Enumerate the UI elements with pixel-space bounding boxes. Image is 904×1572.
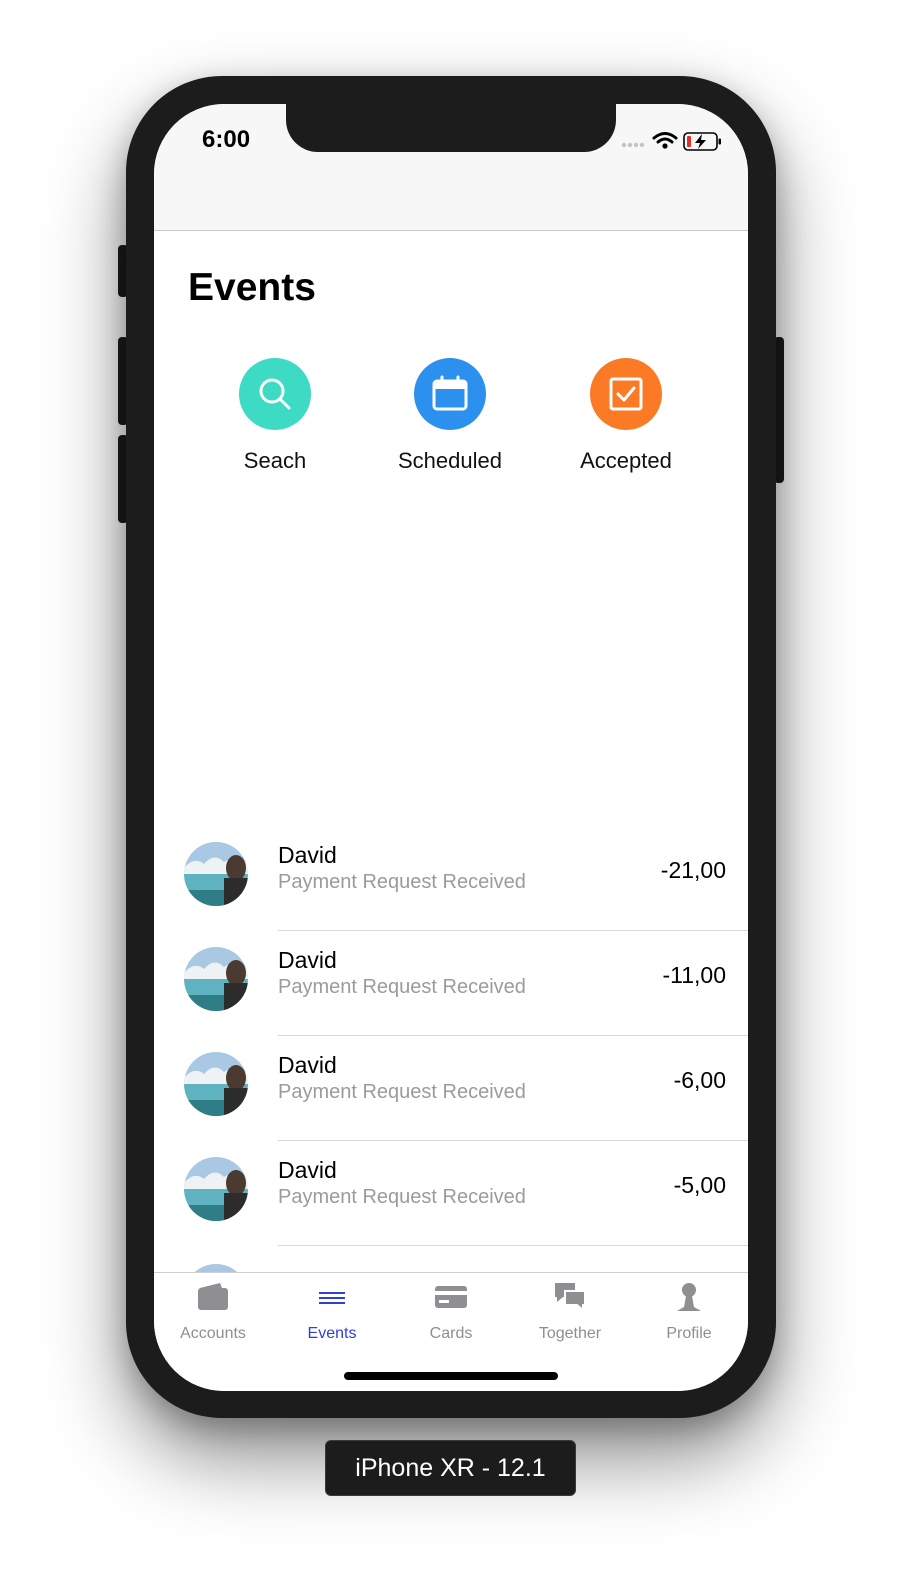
tab-accounts[interactable]: Accounts: [154, 1279, 272, 1343]
row-divider: [278, 1245, 748, 1246]
event-row[interactable]: David Payment Request Received -6,00: [154, 1036, 748, 1141]
event-row[interactable]: David Payment Request Received -11,00: [154, 931, 748, 1036]
event-name: David: [278, 1157, 337, 1183]
person-icon: [677, 1283, 701, 1311]
event-amount: -5,00: [673, 1172, 726, 1198]
tab-events[interactable]: Events: [273, 1279, 391, 1343]
wallet-icon: [198, 1283, 228, 1310]
avatar: [184, 1052, 248, 1116]
scheduled-action[interactable]: Scheduled: [365, 358, 535, 474]
avatar: [184, 842, 248, 906]
home-indicator[interactable]: [344, 1372, 558, 1380]
search-icon: [259, 378, 291, 410]
search-circle: [239, 358, 311, 430]
card-icon: [435, 1286, 467, 1308]
notch: [286, 104, 616, 152]
accepted-action[interactable]: Accepted: [541, 358, 711, 474]
event-row[interactable]: David Payment Request Received -21,00: [154, 826, 748, 931]
accepted-circle: [590, 358, 662, 430]
event-subtitle: Payment Request Received: [278, 1081, 526, 1103]
event-amount: -6,00: [673, 1067, 726, 1093]
tab-together[interactable]: Together: [511, 1279, 629, 1343]
accepted-action-label: Accepted: [580, 448, 672, 473]
event-name: David: [278, 842, 337, 868]
event-amount: -21,00: [660, 857, 726, 883]
tab-label: Cards: [429, 1325, 473, 1342]
phone-screen: 6:00 Events Seach Scheduled Accepted Dav…: [154, 104, 748, 1391]
battery-icon: [683, 132, 721, 151]
event-subtitle: Payment Request Received: [278, 976, 526, 998]
tab-label: Events: [307, 1325, 357, 1342]
device-label: iPhone XR - 12.1: [325, 1440, 576, 1496]
page-title: Events: [188, 266, 316, 309]
tab-label: Together: [538, 1325, 602, 1342]
search-action[interactable]: Seach: [190, 358, 360, 474]
tab-cards[interactable]: Cards: [392, 1279, 510, 1343]
list-icon: [319, 1292, 345, 1304]
event-name: David: [278, 1052, 337, 1078]
search-action-label: Seach: [243, 448, 307, 473]
event-name: David: [278, 947, 337, 973]
avatar: [184, 947, 248, 1011]
tab-profile[interactable]: Profile: [630, 1279, 748, 1343]
status-time: 6:00: [202, 126, 251, 153]
chat-bubbles-icon: [555, 1283, 586, 1313]
event-amount: -11,00: [662, 962, 726, 988]
event-subtitle: Payment Request Received: [278, 1186, 526, 1208]
status-icons: [620, 130, 724, 152]
tab-label: Profile: [666, 1325, 712, 1342]
avatar: [184, 1157, 248, 1221]
scheduled-circle: [414, 358, 486, 430]
event-row[interactable]: David Payment Request Received -5,00: [154, 1141, 748, 1246]
calendar-icon: [432, 375, 468, 411]
signal-icon: [621, 142, 645, 148]
tab-label: Accounts: [180, 1325, 246, 1342]
event-subtitle: Payment Request Received: [278, 871, 526, 893]
wifi-icon: [652, 132, 678, 144]
checkbox-icon: [609, 377, 643, 411]
scheduled-action-label: Scheduled: [398, 448, 502, 473]
